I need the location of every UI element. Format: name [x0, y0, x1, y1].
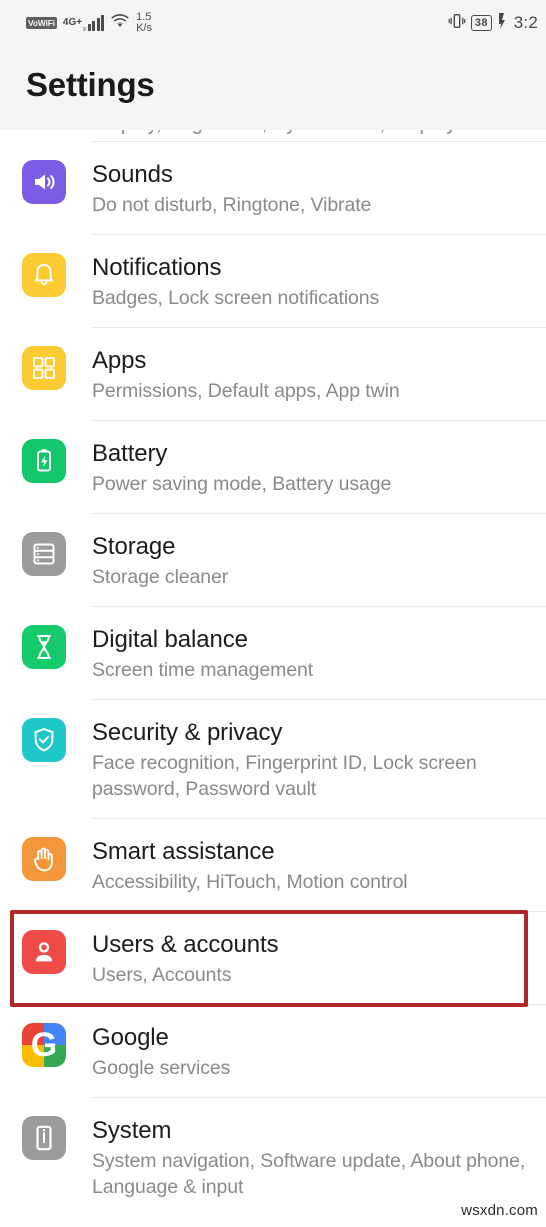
page-header: Settings — [0, 46, 546, 130]
settings-item-subtitle: System navigation, Software update, Abou… — [92, 1150, 526, 1198]
settings-item-subtitle: Users, Accounts — [92, 964, 232, 986]
battery-icon — [22, 439, 66, 483]
settings-item-title: Digital balance — [92, 626, 248, 653]
settings-item-text: Digital balance Screen time management — [92, 625, 546, 683]
settings-item-text: Notifications Badges, Lock screen notific… — [92, 253, 546, 311]
settings-item-title: Notifications — [92, 254, 222, 281]
settings-list-item[interactable]: System System navigation, Software update… — [0, 1098, 546, 1217]
status-bar: VoWiFi 4G+ 1.5 K/s 38 3:2 — [0, 0, 546, 46]
settings-item-subtitle: Google services — [92, 1057, 231, 1079]
settings-list-item[interactable]: Apps Permissions, Default apps, App twin — [0, 328, 546, 421]
hand-icon — [22, 837, 66, 881]
settings-item-subtitle: Face recognition, Fingerprint ID, Lock s… — [92, 752, 477, 800]
settings-list-item[interactable]: Digital balance Screen time management — [0, 607, 546, 700]
settings-item-text: Users & accounts Users, Accounts — [92, 930, 546, 988]
settings-list-item[interactable]: Sounds Do not disturb, Ringtone, Vibrate — [0, 142, 546, 235]
settings-list-item[interactable]: Storage Storage cleaner — [0, 514, 546, 607]
data-speed-indicator: 1.5 K/s — [136, 12, 152, 34]
settings-item-title: System — [92, 1117, 172, 1144]
settings-item-text: Sounds Do not disturb, Ringtone, Vibrate — [92, 160, 546, 218]
settings-item-title: Security & privacy — [92, 719, 283, 746]
settings-item-text: System System navigation, Software update… — [92, 1116, 546, 1200]
settings-item-subtitle: Do not disturb, Ringtone, Vibrate — [92, 194, 372, 216]
vibrate-icon — [448, 12, 466, 35]
settings-item-subtitle: Screen time management — [92, 659, 314, 681]
settings-item-title: Google — [92, 1024, 169, 1051]
settings-list-item[interactable]: Notifications Badges, Lock screen notific… — [0, 235, 546, 328]
wifi-icon — [110, 13, 130, 34]
data-speed-unit: K/s — [136, 22, 152, 34]
google-letter-g: G — [30, 1026, 58, 1064]
settings-item-subtitle: Storage cleaner — [92, 566, 229, 588]
clipped-row-text: Display, Brightness, Eye comfort, Displa… — [92, 130, 456, 136]
battery-level-badge: 38 — [470, 15, 492, 31]
settings-list-item[interactable]: Smart assistance Accessibility, HiTouch, … — [0, 819, 546, 912]
network-type-label: 4G+ — [62, 16, 83, 28]
settings-item-title: Smart assistance — [92, 838, 275, 865]
bell-icon — [22, 253, 66, 297]
signal-bars-icon — [83, 14, 105, 31]
settings-list-item[interactable]: Security & privacy Face recognition, Fing… — [0, 700, 546, 819]
storage-icon — [22, 532, 66, 576]
settings-item-title: Users & accounts — [92, 931, 279, 958]
settings-item-text: Storage Storage cleaner — [92, 532, 546, 590]
settings-screen: VoWiFi 4G+ 1.5 K/s 38 3:2 Settings Sound… — [0, 0, 546, 1227]
settings-item-title: Sounds — [92, 161, 173, 188]
settings-item-text: Smart assistance Accessibility, HiTouch, … — [92, 837, 546, 895]
vowifi-badge: VoWiFi — [26, 17, 57, 29]
watermark: wsxdn.com — [461, 1202, 538, 1219]
settings-list-item[interactable]: G Google Google services — [0, 1005, 546, 1098]
settings-item-title: Apps — [92, 347, 147, 374]
hourglass-icon — [22, 625, 66, 669]
settings-item-text: Google Google services — [92, 1023, 546, 1081]
phone-info-icon — [22, 1116, 66, 1160]
status-bar-left: VoWiFi 4G+ 1.5 K/s — [26, 12, 152, 34]
settings-list-item[interactable]: Battery Power saving mode, Battery usage — [0, 421, 546, 514]
settings-item-text: Apps Permissions, Default apps, App twin — [92, 346, 546, 404]
shield-check-icon — [22, 718, 66, 762]
charging-bolt-icon — [497, 12, 509, 34]
settings-item-text: Battery Power saving mode, Battery usage — [92, 439, 546, 497]
settings-item-text: Security & privacy Face recognition, Fing… — [92, 718, 546, 802]
settings-item-title: Battery — [92, 440, 168, 467]
google-g-icon: G — [22, 1023, 66, 1067]
settings-list-item[interactable]: Users & accounts Users, Accounts — [0, 912, 546, 1005]
settings-item-title: Storage — [92, 533, 176, 560]
settings-list: Sounds Do not disturb, Ringtone, Vibrate … — [0, 142, 546, 1217]
status-bar-right: 38 3:2 — [448, 12, 538, 35]
settings-item-subtitle: Power saving mode, Battery usage — [92, 473, 392, 495]
settings-item-subtitle: Permissions, Default apps, App twin — [92, 380, 400, 402]
settings-item-subtitle: Badges, Lock screen notifications — [92, 287, 380, 309]
page-title: Settings — [26, 66, 155, 103]
app-grid-icon — [22, 346, 66, 390]
settings-item-subtitle: Accessibility, HiTouch, Motion control — [92, 871, 408, 893]
user-icon — [22, 930, 66, 974]
status-bar-clock: 3:2 — [513, 13, 538, 32]
cellular-signal: 4G+ — [62, 14, 105, 31]
speaker-icon — [22, 160, 66, 204]
